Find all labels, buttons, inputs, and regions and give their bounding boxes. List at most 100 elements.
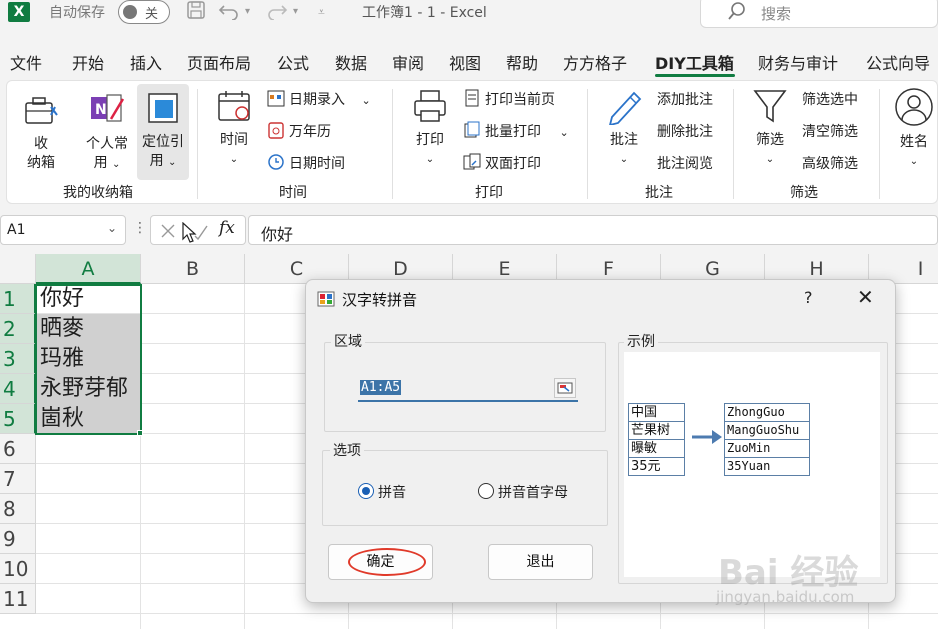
name-box-value: A1	[7, 222, 26, 238]
onenote-icon: N	[91, 94, 125, 122]
insert-function-icon[interactable]: fx	[219, 218, 235, 238]
chevron-down-icon: ⌄	[107, 221, 118, 235]
row-header-10[interactable]: 10	[0, 554, 36, 584]
tab-review[interactable]: 审阅	[392, 50, 424, 74]
date-time-label: 日期时间	[289, 156, 345, 172]
excel-logo-icon: X	[8, 2, 30, 22]
row-header-7[interactable]: 7	[0, 464, 36, 494]
tab-formulas[interactable]: 公式	[277, 50, 309, 74]
tab-home[interactable]: 开始	[72, 50, 104, 74]
undo-icon[interactable]	[218, 0, 240, 25]
redo-dropdown-icon[interactable]: ▾	[293, 6, 298, 17]
batch-print-button[interactable]: 批量打印 ⌄	[463, 121, 569, 141]
browse-comment-button[interactable]: 批注阅览	[657, 153, 713, 173]
name-button[interactable]: 姓名 ⌄	[891, 87, 937, 171]
pinyin-radio[interactable]	[358, 483, 374, 499]
tab-view[interactable]: 视图	[449, 50, 481, 74]
redo-icon[interactable]	[266, 0, 288, 25]
perpetual-calendar-label: 万年历	[289, 124, 331, 140]
tab-insert[interactable]: 插入	[130, 50, 162, 74]
locate-reference-label-1: 定位引	[142, 134, 184, 150]
undo-dropdown-icon[interactable]: ▾	[245, 6, 250, 17]
range-input[interactable]: A1:A5	[358, 378, 578, 402]
pinyin-initials-radio[interactable]	[478, 483, 494, 499]
delete-comment-button[interactable]: 删除批注	[657, 121, 713, 141]
exit-button[interactable]: 退出	[488, 544, 593, 580]
pen-icon	[608, 91, 642, 127]
print-current-page-button[interactable]: 打印当前页	[463, 89, 555, 109]
customize-qat-icon[interactable]: ⩡	[318, 5, 325, 20]
name-box[interactable]: A1 ⌄	[0, 215, 126, 245]
tab-fangfang[interactable]: 方方格子	[563, 50, 627, 74]
range-value: A1:A5	[360, 380, 402, 395]
example-cell: MangGuoShu	[725, 422, 809, 440]
row-header-1[interactable]: 1	[0, 284, 36, 314]
cancel-icon[interactable]	[159, 222, 177, 240]
more-options-icon[interactable]: ⋮	[133, 220, 147, 236]
storage-box-button[interactable]: 收 纳箱	[17, 89, 65, 173]
filter-button[interactable]: 筛选 ⌄	[747, 87, 793, 169]
row-header-2[interactable]: 2	[0, 314, 36, 344]
search-box[interactable]: 搜索	[700, 0, 938, 28]
clear-filter-button[interactable]: 清空筛选	[802, 121, 858, 141]
help-button[interactable]: ?	[804, 288, 813, 307]
group-label-time: 时间	[279, 185, 307, 201]
tab-formula-wizard[interactable]: 公式向导	[866, 50, 930, 74]
print-button[interactable]: 打印 ⌄	[407, 87, 453, 169]
comment-button[interactable]: 批注 ⌄	[601, 87, 647, 169]
row-header-11[interactable]: 11	[0, 584, 36, 614]
fill-handle[interactable]	[137, 430, 143, 436]
tab-diy-toolbox[interactable]: DIY工具箱	[655, 50, 734, 74]
document-title: 工作簿1 - 1 - Excel	[362, 5, 487, 21]
tab-help[interactable]: 帮助	[506, 50, 538, 74]
baidu-watermark-url: jingyan.baidu.com	[716, 588, 855, 606]
group-separator	[879, 89, 880, 199]
range-group-label: 区域	[331, 331, 365, 351]
group-label-print: 打印	[475, 185, 503, 201]
example-panel: 中国 芒果树 曝敏 35元 ZhongGuo MangGuoShu ZuoMin…	[624, 352, 880, 577]
perpetual-calendar-button[interactable]: 万年历	[267, 121, 331, 141]
print-current-page-label: 打印当前页	[485, 92, 555, 108]
locate-icon	[148, 93, 178, 123]
row-header-5[interactable]: 5	[0, 404, 36, 434]
tab-page-layout[interactable]: 页面布局	[187, 50, 251, 74]
autosave-state: 关	[145, 7, 159, 22]
example-chinese-table: 中国 芒果树 曝敏 35元	[628, 403, 685, 476]
save-icon[interactable]	[186, 0, 206, 25]
tab-finance-audit[interactable]: 财务与审计	[758, 50, 838, 74]
row-header-6[interactable]: 6	[0, 434, 36, 464]
batch-print-icon	[464, 121, 480, 138]
time-button[interactable]: 时间 ⌄	[211, 87, 257, 169]
locate-reference-label-2: 用	[149, 153, 164, 169]
locate-reference-button[interactable]: 定位引 用 ⌄	[137, 84, 189, 180]
filter-selected-button[interactable]: 筛选选中	[802, 89, 858, 109]
autosave-toggle[interactable]: 关	[118, 0, 170, 24]
clock-icon	[268, 154, 284, 170]
select-all-corner[interactable]	[0, 254, 36, 284]
example-cell: 35Yuan	[727, 459, 771, 473]
tab-file[interactable]: 文件	[10, 50, 42, 74]
storage-box-label-2: 纳箱	[27, 155, 55, 171]
row-header-4[interactable]: 4	[0, 374, 36, 404]
toggle-knob	[123, 5, 137, 19]
close-icon[interactable]: ✕	[857, 285, 874, 309]
personal-favorites-label-2: 用	[93, 155, 108, 171]
personal-favorites-button[interactable]: N 个人常 用 ⌄	[79, 89, 135, 174]
svg-text:N: N	[95, 102, 107, 118]
tab-data[interactable]: 数据	[335, 50, 367, 74]
column-header-b[interactable]: B	[141, 254, 245, 284]
date-time-button[interactable]: 日期时间	[267, 153, 345, 173]
date-entry-icon	[267, 90, 285, 107]
comment-label: 批注	[610, 132, 638, 148]
add-comment-button[interactable]: 添加批注	[657, 89, 713, 109]
duplex-print-button[interactable]: 双面打印	[463, 153, 541, 173]
date-entry-button[interactable]: 日期录入 ⌄	[267, 89, 371, 109]
advanced-filter-button[interactable]: 高级筛选	[802, 153, 858, 173]
range-select-button[interactable]	[554, 378, 576, 398]
selection-range-border	[35, 284, 142, 435]
row-header-9[interactable]: 9	[0, 524, 36, 554]
formula-input[interactable]: 你好	[248, 215, 938, 245]
column-header-a[interactable]: A	[36, 254, 141, 284]
row-header-8[interactable]: 8	[0, 494, 36, 524]
row-header-3[interactable]: 3	[0, 344, 36, 374]
